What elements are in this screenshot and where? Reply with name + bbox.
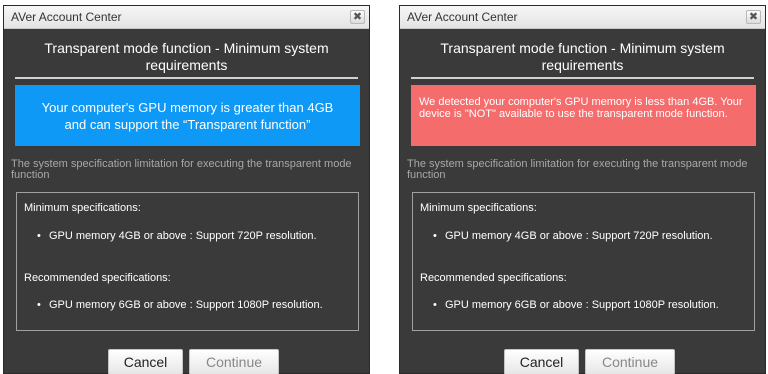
- status-banner-error: We detected your computer's GPU memory i…: [411, 85, 756, 146]
- spec-limitation-note: The system specification limitation for …: [407, 158, 748, 181]
- window-title: AVer Account Center: [11, 10, 122, 24]
- rec-spec-text: GPU memory 6GB or above : Support 1080P …: [445, 299, 719, 311]
- rec-spec-heading: Recommended specifications:: [420, 272, 567, 284]
- window-title: AVer Account Center: [407, 10, 518, 24]
- min-spec-text: GPU memory 4GB or above : Support 720P r…: [445, 230, 713, 242]
- divider: [15, 77, 358, 79]
- continue-button[interactable]: Continue: [189, 349, 279, 374]
- close-icon[interactable]: ✖: [746, 10, 761, 24]
- dialog-gpu-sufficient: AVer Account Center ✖ Transparent mode f…: [3, 5, 370, 374]
- min-spec-item: • GPU memory 4GB or above : Support 720P …: [37, 230, 317, 242]
- rec-spec-item: • GPU memory 6GB or above : Support 1080P…: [433, 299, 719, 311]
- dialog-heading: Transparent mode function - Minimum syst…: [440, 40, 725, 73]
- continue-button[interactable]: Continue: [585, 349, 675, 374]
- min-spec-text: GPU memory 4GB or above : Support 720P r…: [49, 230, 317, 242]
- min-spec-heading: Minimum specifications:: [24, 202, 141, 214]
- title-bar: AVer Account Center ✖: [4, 6, 369, 29]
- rec-spec-heading: Recommended specifications:: [24, 272, 171, 284]
- spec-limitation-note: The system specification limitation for …: [11, 158, 352, 181]
- cancel-button[interactable]: Cancel: [504, 349, 579, 374]
- bullet-icon: •: [433, 299, 437, 311]
- spec-box: Minimum specifications: • GPU memory 4GB …: [16, 192, 359, 331]
- dialog-gpu-insufficient: AVer Account Center ✖ Transparent mode f…: [399, 5, 766, 374]
- bullet-icon: •: [433, 230, 437, 242]
- bullet-icon: •: [37, 299, 41, 311]
- close-icon[interactable]: ✖: [350, 10, 365, 24]
- min-spec-heading: Minimum specifications:: [420, 202, 537, 214]
- spec-box: Minimum specifications: • GPU memory 4GB …: [412, 192, 755, 331]
- status-banner-success: Your computer's GPU memory is greater th…: [15, 85, 360, 146]
- cancel-button[interactable]: Cancel: [108, 349, 183, 374]
- min-spec-item: • GPU memory 4GB or above : Support 720P …: [433, 230, 713, 242]
- title-bar: AVer Account Center ✖: [400, 6, 765, 29]
- divider: [411, 77, 754, 79]
- bullet-icon: •: [37, 230, 41, 242]
- rec-spec-item: • GPU memory 6GB or above : Support 1080P…: [37, 299, 323, 311]
- rec-spec-text: GPU memory 6GB or above : Support 1080P …: [49, 299, 323, 311]
- dialog-heading: Transparent mode function - Minimum syst…: [44, 40, 329, 73]
